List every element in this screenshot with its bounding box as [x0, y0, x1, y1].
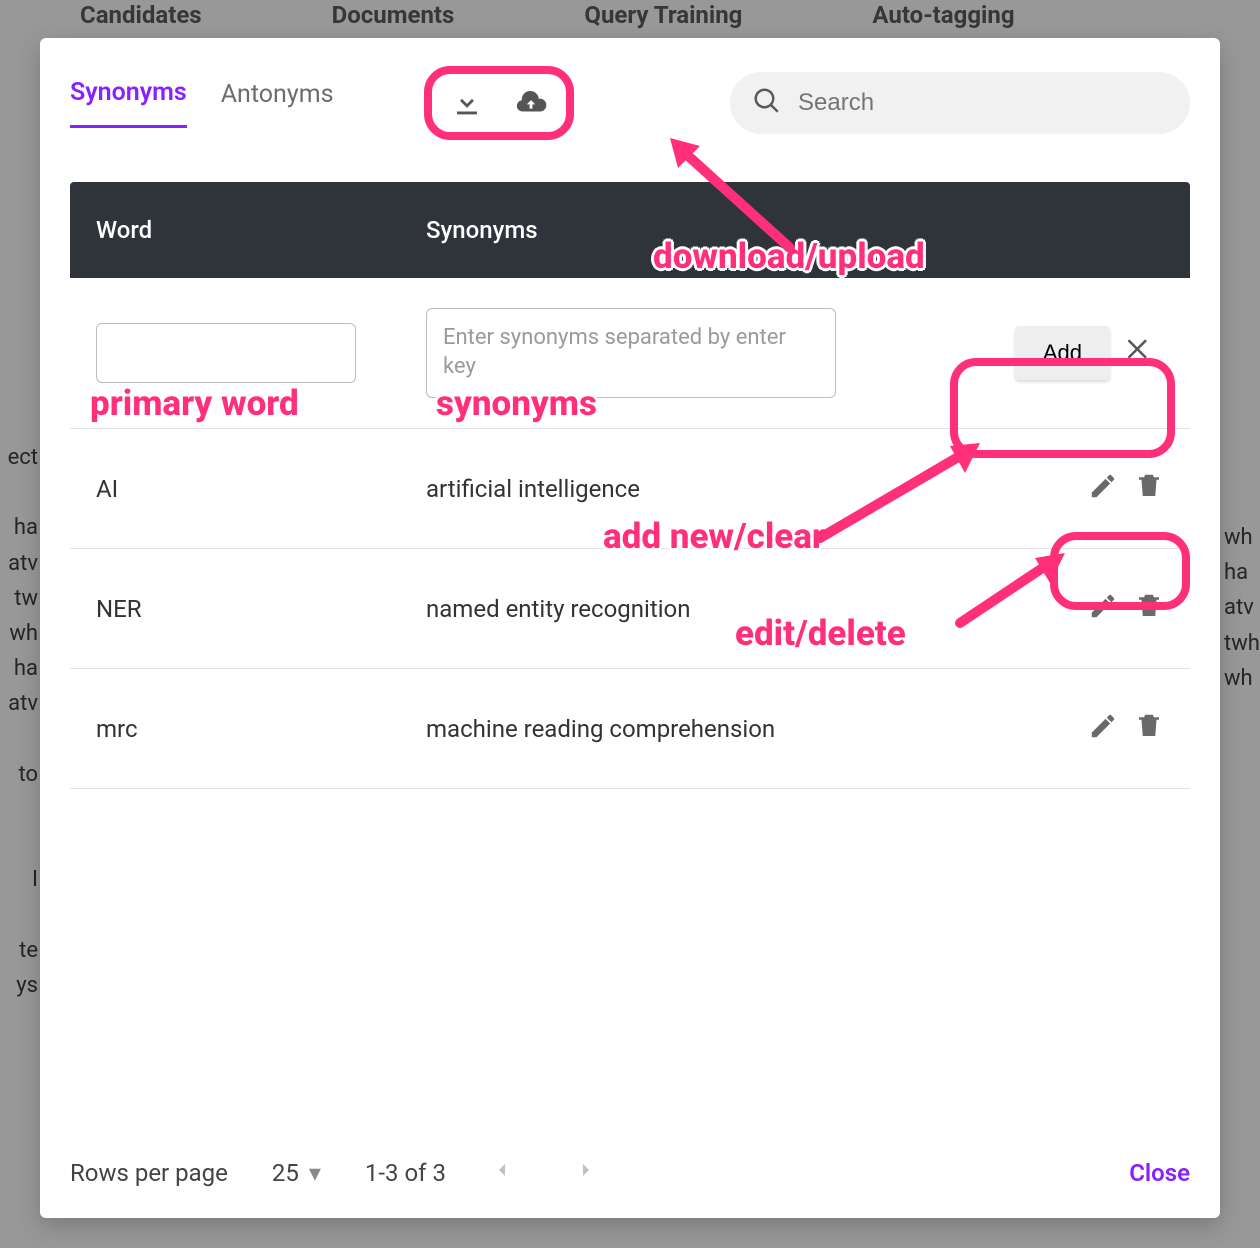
table-footer: Rows per page 25 ▾ 1-3 of 3 Close [70, 1158, 1190, 1188]
pagination-range: 1-3 of 3 [365, 1159, 446, 1187]
new-entry-row: Enter synonyms separated by enter key Ad… [70, 278, 1190, 429]
table-row: mrc machine reading comprehension [70, 669, 1190, 789]
delete-icon[interactable] [1134, 591, 1164, 627]
table-row: AI artificial intelligence [70, 429, 1190, 549]
rows-per-page-label: Rows per page [70, 1159, 228, 1187]
add-button[interactable]: Add [1015, 326, 1110, 380]
rows-per-page-select[interactable]: 25 ▾ [272, 1159, 321, 1187]
upload-cloud-icon[interactable] [510, 82, 552, 124]
close-button[interactable]: Close [1129, 1159, 1190, 1187]
download-upload-group [424, 66, 574, 140]
edit-icon[interactable] [1088, 591, 1118, 627]
search-icon [752, 86, 782, 120]
search-input[interactable] [796, 88, 1168, 118]
tab-antonyms[interactable]: Antonyms [221, 80, 334, 127]
row-word: AI [96, 475, 426, 503]
synonyms-input[interactable]: Enter synonyms separated by enter key [426, 308, 836, 398]
row-word: NER [96, 595, 426, 623]
modal-header: Synonyms Antonyms [40, 38, 1220, 140]
table-header: Word Synonyms [70, 182, 1190, 278]
col-header-synonyms: Synonyms [426, 216, 924, 244]
next-page-icon[interactable] [574, 1158, 598, 1188]
download-icon[interactable] [446, 82, 488, 124]
search-field[interactable] [730, 72, 1190, 134]
row-synonyms: machine reading comprehension [426, 715, 924, 743]
chevron-down-icon: ▾ [309, 1159, 321, 1187]
edit-icon[interactable] [1088, 471, 1118, 507]
row-synonyms: artificial intelligence [426, 475, 924, 503]
prev-page-icon[interactable] [490, 1158, 514, 1188]
tab-synonyms[interactable]: Synonyms [70, 78, 187, 128]
col-header-word: Word [96, 216, 426, 244]
row-word: mrc [96, 715, 426, 743]
row-synonyms: named entity recognition [426, 595, 924, 623]
tabs: Synonyms Antonyms [70, 78, 334, 128]
rows-per-page-value: 25 [272, 1159, 299, 1187]
synonyms-table: Word Synonyms Enter synonyms separated b… [40, 182, 1220, 789]
delete-icon[interactable] [1134, 471, 1164, 507]
table-row: NER named entity recognition [70, 549, 1190, 669]
edit-icon[interactable] [1088, 711, 1118, 747]
synonyms-modal: Synonyms Antonyms Word Synonyms [40, 38, 1220, 1218]
clear-icon[interactable] [1114, 328, 1164, 378]
primary-word-input[interactable] [96, 323, 356, 383]
delete-icon[interactable] [1134, 711, 1164, 747]
